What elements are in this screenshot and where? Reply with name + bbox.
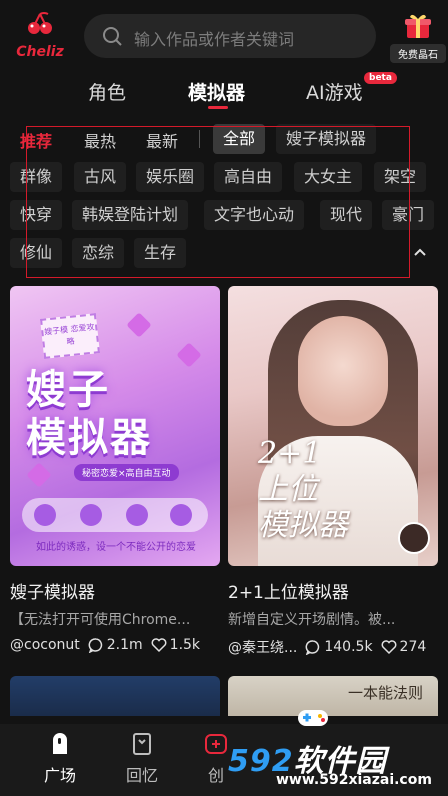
cover-title: 2+1 上位 模拟器 xyxy=(258,436,348,543)
search-placeholder: 输入作品或作者关键词 xyxy=(134,30,295,49)
tag-chip[interactable]: 快穿 xyxy=(10,200,63,230)
plaza-icon xyxy=(53,733,67,754)
main-tabs: 角色 模拟器 AI游戏 beta xyxy=(0,72,448,112)
tag-chip[interactable]: 现代 xyxy=(320,200,373,230)
comment-icon xyxy=(305,640,320,655)
cover-banner: 秘密恋爱×高自由互动 xyxy=(74,464,179,481)
card-description: 【无法打开可使用Chrome... xyxy=(10,612,191,628)
heart-icon xyxy=(26,462,52,488)
card-meta: @coconut 2.1m 1.5k xyxy=(10,637,220,653)
tag-chip[interactable]: 架空 xyxy=(374,162,427,192)
tag-chip[interactable]: 大女主 xyxy=(294,162,363,192)
simulator-card[interactable]: 嫂子模 恋爱攻略 嫂子 模拟器 秘密恋爱×高自由互动 如此的诱惑，设一个不能公开… xyxy=(10,286,220,653)
cover-footer-text: 如此的诱惑，设一个不能公开的恋爱 xyxy=(36,542,196,553)
card-title: 2+1上位模拟器 xyxy=(228,583,349,603)
cover-title: 嫂子 模拟器 xyxy=(26,367,152,461)
tag-chip[interactable]: 恋综 xyxy=(72,238,125,268)
gift-label: 免费晶石 xyxy=(390,44,446,63)
card-author[interactable]: @秦王绕... xyxy=(228,637,297,657)
card-description: 新增自定义开场剧情。被... xyxy=(228,612,396,628)
tab-ai-game[interactable]: AI游戏 xyxy=(306,78,363,105)
tag-chip[interactable]: 高自由 xyxy=(214,162,283,192)
beta-badge: beta xyxy=(364,72,397,84)
card-cover-image: 嫂子模 恋爱攻略 嫂子 模拟器 秘密恋爱×高自由互动 如此的诱惑，设一个不能公开… xyxy=(10,286,220,566)
heart-outline-icon xyxy=(151,638,167,653)
tag-chip[interactable]: 修仙 xyxy=(10,238,63,268)
cherry-logo-icon xyxy=(28,12,52,34)
watermark-url: www.592xiazai.com xyxy=(276,772,432,788)
tag-chip[interactable]: 生存 xyxy=(134,238,187,268)
simulator-card-peek[interactable] xyxy=(10,676,220,716)
cover-figure-face xyxy=(298,316,388,426)
nav-memory[interactable]: 回忆 xyxy=(112,732,172,786)
heart-icon xyxy=(176,342,202,368)
heart-outline-icon xyxy=(381,640,397,655)
cover-badge xyxy=(126,504,148,526)
nav-plaza[interactable]: 广场 xyxy=(30,732,90,786)
cover-chibi-avatar xyxy=(398,522,430,554)
tag-chip[interactable]: 文字也心动 xyxy=(204,200,305,230)
search-icon xyxy=(103,27,122,46)
tag-chip[interactable]: 群像 xyxy=(10,162,63,192)
brand-name: Cheliz xyxy=(16,44,64,60)
tab-role[interactable]: 角色 xyxy=(88,78,126,105)
cover-badge xyxy=(34,504,56,526)
card-cover-image: 2+1 上位 模拟器 xyxy=(228,286,438,566)
cover-badge xyxy=(80,504,102,526)
cover-badge xyxy=(170,504,192,526)
active-tab-underline xyxy=(208,106,228,109)
like-stat[interactable]: 274 xyxy=(381,639,426,655)
gift-box-icon xyxy=(405,14,431,38)
gamepad-icon xyxy=(298,710,328,726)
comment-stat: 140.5k xyxy=(305,639,373,655)
sort-hottest[interactable]: 最热 xyxy=(84,128,116,152)
tag-chip[interactable]: 嫂子模拟器 xyxy=(276,124,377,154)
tag-chip-all[interactable]: 全部 xyxy=(213,124,266,154)
comment-icon xyxy=(88,638,102,653)
simulator-card[interactable]: 2+1 上位 模拟器 2+1上位模拟器 新增自定义开场剧情。被... @秦王绕.… xyxy=(228,286,438,657)
sort-recommend[interactable]: 推荐 xyxy=(20,128,52,152)
tab-simulator[interactable]: 模拟器 xyxy=(188,78,245,105)
tag-chip[interactable]: 娱乐圈 xyxy=(136,162,205,192)
free-crystal-button[interactable]: 免费晶石 xyxy=(390,12,446,63)
site-watermark: 592软件园 www.592xiazai.com xyxy=(220,700,448,796)
top-bar: Cheliz 输入作品或作者关键词 免费晶石 xyxy=(0,0,448,72)
card-author[interactable]: @coconut xyxy=(10,637,80,653)
tag-chip[interactable]: 豪门 xyxy=(382,200,435,230)
sort-newest[interactable]: 最新 xyxy=(146,128,178,152)
cover-sticker: 嫂子模 恋爱攻略 xyxy=(40,313,100,359)
search-input[interactable]: 输入作品或作者关键词 xyxy=(84,14,376,58)
heart-icon xyxy=(126,312,152,338)
chevron-up-icon[interactable] xyxy=(412,244,428,260)
app-logo[interactable]: Cheliz xyxy=(14,10,66,66)
card-meta: @秦王绕... 140.5k 274 xyxy=(228,637,438,657)
tag-chip[interactable]: 韩娱登陆计划 xyxy=(72,200,189,230)
card-title: 嫂子模拟器 xyxy=(10,583,95,603)
like-stat[interactable]: 1.5k xyxy=(151,637,200,653)
comment-stat: 2.1m xyxy=(88,637,143,653)
filter-divider xyxy=(199,130,200,148)
tag-chip[interactable]: 古风 xyxy=(74,162,127,192)
memory-book-icon xyxy=(133,733,151,755)
